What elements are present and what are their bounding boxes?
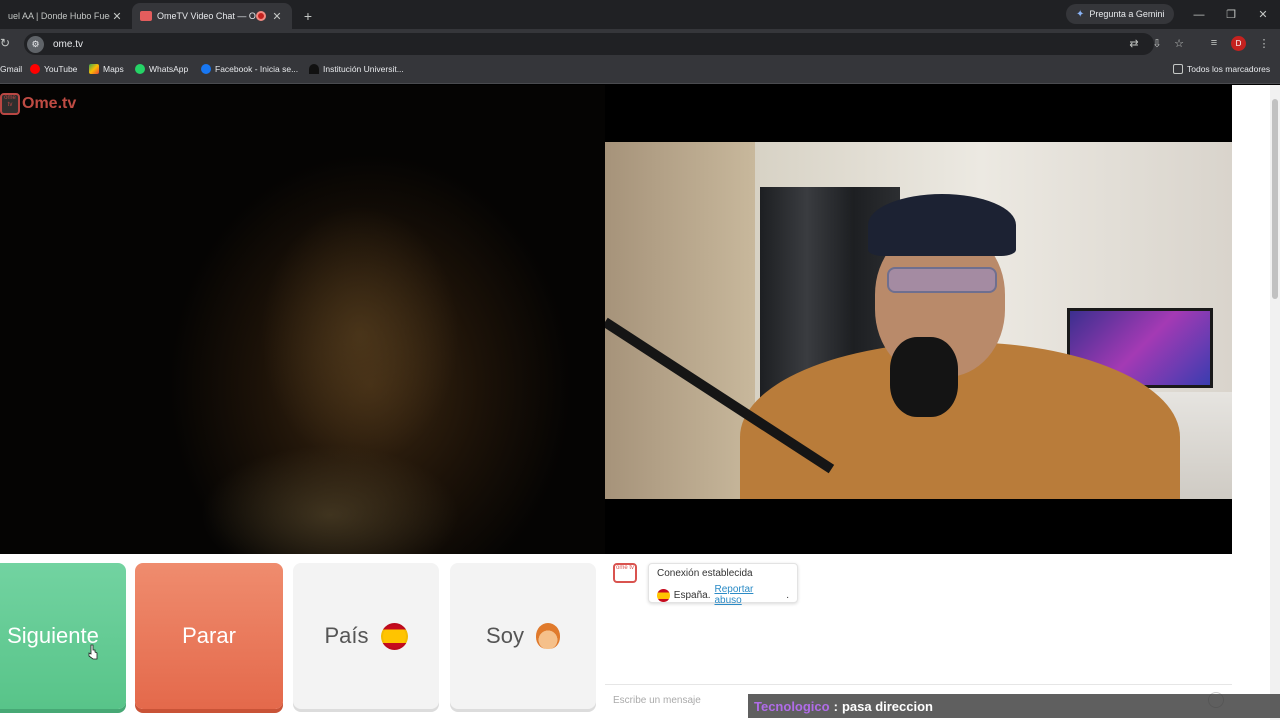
all-bookmarks-label: Todos los marcadores <box>1187 64 1271 74</box>
tab-title: OmeTV Video Chat — Ome <box>157 11 256 21</box>
ometv-favicon-icon <box>140 11 152 21</box>
scrollbar-thumb[interactable] <box>1272 99 1278 299</box>
youtube-icon <box>30 64 40 74</box>
minimize-window-icon[interactable]: — <box>1183 0 1215 29</box>
new-tab-button[interactable]: + <box>296 8 320 24</box>
person-cap <box>868 194 1016 256</box>
spain-flag-icon <box>657 588 670 602</box>
overlay-message: pasa direccion <box>841 698 933 714</box>
ometv-chat-avatar-icon: ome tv <box>613 563 637 583</box>
system-message: Conexión establecida España. Reportar ab… <box>648 563 798 606</box>
close-tab-icon[interactable]: ✕ <box>110 10 124 23</box>
bookmark-label: YouTube <box>44 64 78 74</box>
gemini-label: Pregunta a Gemini <box>1089 9 1165 19</box>
stop-button[interactable]: Parar <box>135 563 283 709</box>
bookmark-facebook[interactable]: Facebook - Inicia se... <box>201 64 298 74</box>
restore-window-icon[interactable]: ❐ <box>1215 0 1247 29</box>
tab-ometv[interactable]: OmeTV Video Chat — Ome ✕ <box>132 3 292 29</box>
url-text: ome.tv <box>53 38 84 50</box>
close-tab-icon[interactable]: ✕ <box>270 10 284 23</box>
install-app-icon[interactable]: ⇩ <box>1150 36 1164 50</box>
recording-indicator-icon <box>256 11 266 21</box>
person-glasses <box>887 267 997 293</box>
overlay-username: Tecnologico <box>754 698 830 714</box>
next-button-label: Siguiente <box>7 623 99 648</box>
bookmark-maps[interactable]: Maps <box>89 64 124 74</box>
controls-bar: Siguiente Parar País Soy <box>0 554 605 720</box>
microphone <box>890 337 958 417</box>
partner-country: España. <box>673 589 711 601</box>
bookmark-gmail[interactable]: Gmail <box>0 64 22 74</box>
media-controls-icon[interactable]: ≡ <box>1207 36 1221 50</box>
stream-chat-overlay: Tecnologico : pasa direccion <box>748 694 1280 718</box>
maps-icon <box>89 64 99 74</box>
browser-toolbar: ↻ ⚙ ome.tv <box>0 29 1280 59</box>
mouse-pointer-icon <box>88 644 98 660</box>
ometv-logo-text: Ome.tv <box>22 95 77 112</box>
ometv-logo: ome tv Ome.tv <box>0 93 76 115</box>
site-info-icon[interactable]: ⚙ <box>27 35 44 53</box>
more-menu-icon[interactable]: ⋮ <box>1257 36 1271 50</box>
profile-avatar[interactable]: D <box>1231 36 1246 51</box>
boy-emoji-icon <box>535 623 560 649</box>
spain-flag-icon <box>380 622 408 650</box>
country-button[interactable]: País <box>293 563 439 709</box>
bookmark-institucion[interactable]: Institución Universit... <box>309 64 404 74</box>
address-bar[interactable]: ⚙ ome.tv <box>24 33 1154 55</box>
tab-title: uel AA | Donde Hubo Fuego <box>8 11 110 21</box>
report-abuse-link[interactable]: Reportar abuso <box>714 584 782 606</box>
remote-video-figure <box>260 205 460 465</box>
folder-icon <box>1173 64 1183 74</box>
page-scrollbar[interactable] <box>1270 85 1280 720</box>
bookmark-label: WhatsApp <box>149 64 189 74</box>
bookmark-label: Gmail <box>0 64 23 74</box>
ometv-page: ome tv Ome.tv Siguiente Parar País Soy o… <box>0 85 1232 720</box>
facebook-icon <box>201 64 211 74</box>
overlay-separator: : <box>833 698 838 714</box>
report-suffix: . <box>786 589 789 601</box>
whatsapp-icon <box>135 64 145 74</box>
remote-video: ome tv Ome.tv <box>0 85 605 585</box>
reload-icon[interactable]: ↻ <box>0 36 10 50</box>
bookmark-youtube[interactable]: YouTube <box>30 64 77 74</box>
gender-button[interactable]: Soy <box>450 563 596 709</box>
translate-icon[interactable]: ⇄ <box>1127 36 1141 50</box>
ask-gemini-button[interactable]: ✦ Pregunta a Gemini <box>1066 4 1175 24</box>
stop-button-label: Parar <box>182 623 236 648</box>
gemini-spark-icon: ✦ <box>1076 8 1085 20</box>
connection-status: Conexión establecida <box>657 568 753 579</box>
bookmark-star-icon[interactable]: ☆ <box>1172 36 1186 50</box>
gender-button-label: Soy <box>486 623 524 648</box>
country-button-label: País <box>324 623 369 648</box>
bookmark-label: Facebook - Inicia se... <box>215 64 299 74</box>
wardrobe <box>605 142 755 499</box>
ometv-tv-icon: ome tv <box>0 93 20 115</box>
tab-donde-hubo-fuego[interactable]: uel AA | Donde Hubo Fuego ✕ <box>0 3 132 29</box>
institution-icon <box>309 64 319 74</box>
bookmarks-bar: Gmail YouTube Maps WhatsApp Facebook - I… <box>0 59 1280 84</box>
next-button[interactable]: Siguiente <box>0 563 126 709</box>
close-window-icon[interactable]: ✕ <box>1247 0 1279 29</box>
all-bookmarks-button[interactable]: Todos los marcadores <box>1173 64 1270 74</box>
bookmark-whatsapp[interactable]: WhatsApp <box>135 64 188 74</box>
bookmark-label: Maps <box>103 64 124 74</box>
local-webcam-video <box>605 142 1232 499</box>
page-right-gutter <box>1232 85 1270 720</box>
bookmark-label: Institución Universit... <box>323 64 404 74</box>
